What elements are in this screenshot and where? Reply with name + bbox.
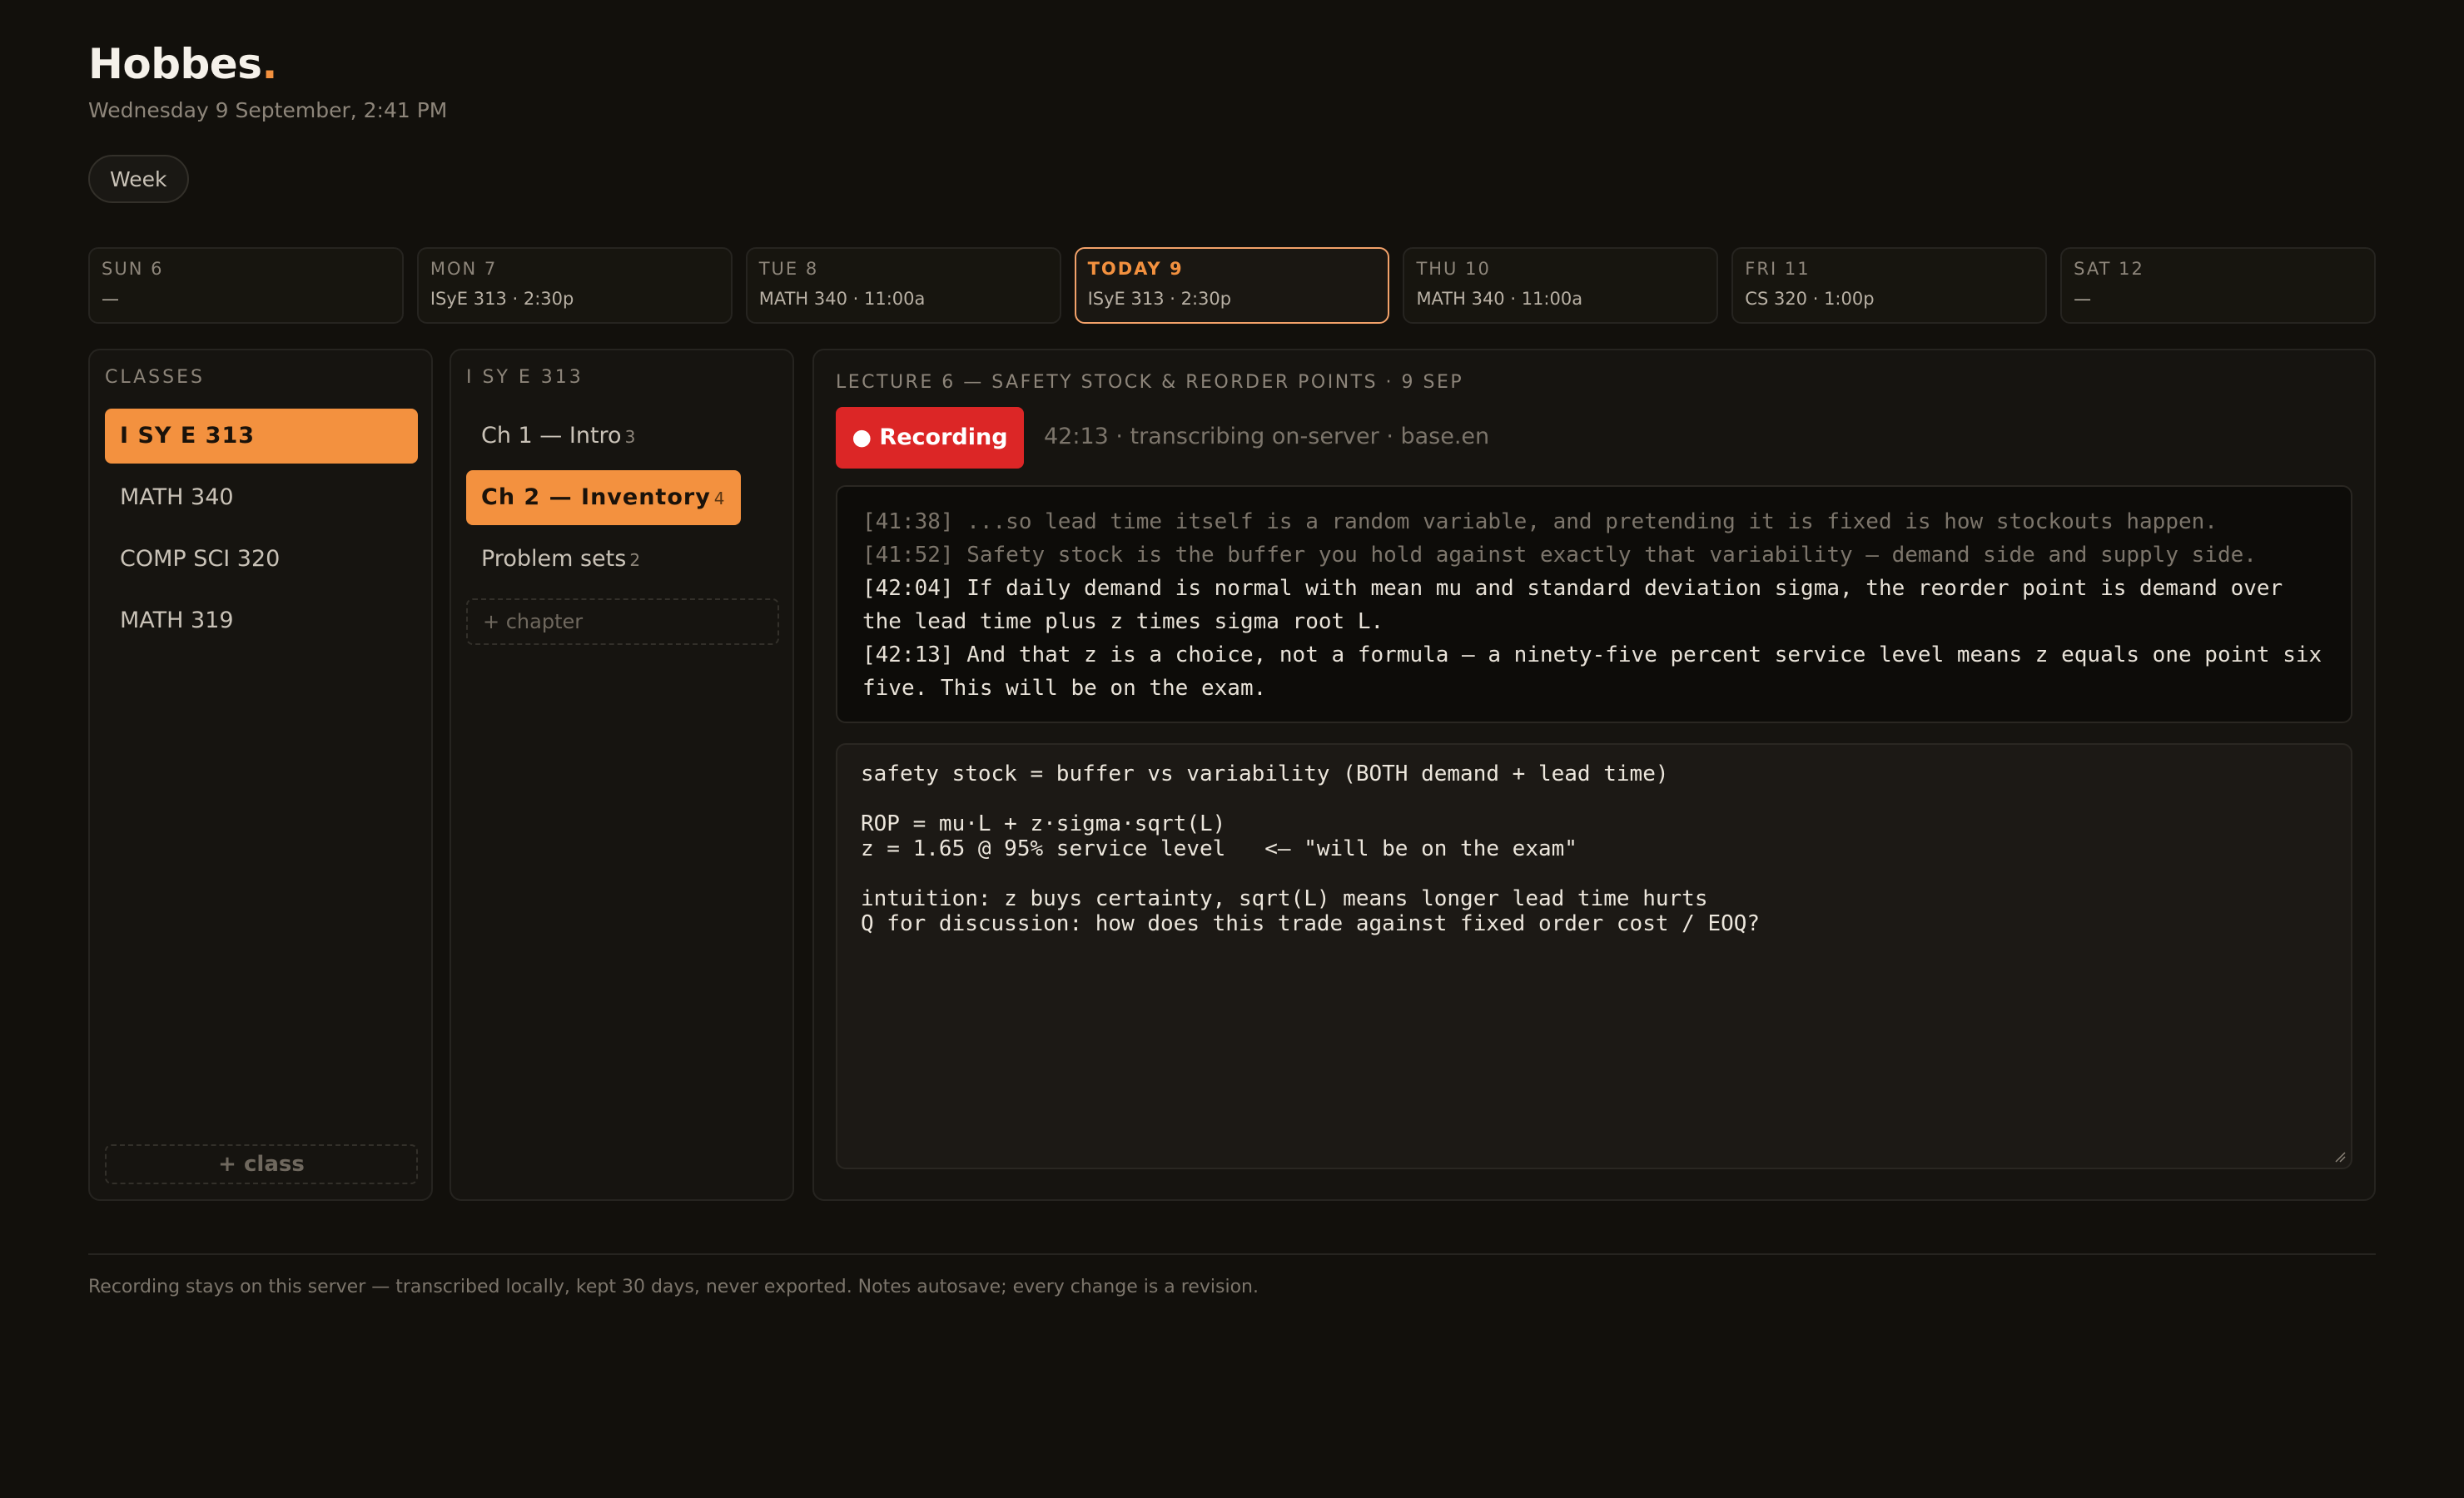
week-strip: SUN 6 — MON 7 ISyE 313 · 2:30p TUE 8 MAT… — [88, 247, 2377, 324]
day-label: SUN 6 — [102, 259, 164, 279]
notes-editor[interactable]: safety stock = buffer vs variability (BO… — [836, 743, 2352, 1169]
chapter-label: Problem sets — [481, 546, 627, 572]
transcript-line: [42:13] And that z is a choice, not a fo… — [862, 642, 2322, 701]
class-item-isye-313[interactable]: I SY E 313 — [105, 409, 418, 464]
day-card-fri[interactable]: FRI 11 CS 320 · 1:00p — [1731, 247, 2048, 324]
day-card-sun[interactable]: SUN 6 — — [88, 247, 404, 324]
current-datetime: Wednesday 9 September, 2:41 PM — [88, 98, 448, 122]
classes-panel: CLASSES I SY E 313 MATH 340 COMP SCI 320… — [88, 349, 433, 1201]
footer-note: Recording stays on this server — transcr… — [88, 1277, 1259, 1297]
day-event: — — [2074, 289, 2092, 309]
day-label: MON 7 — [430, 259, 498, 279]
day-event: MATH 340 · 11:00a — [758, 289, 926, 309]
day-label: THU 10 — [1416, 259, 1491, 279]
notes-text: safety stock = buffer vs variability (BO… — [861, 761, 1761, 936]
resize-grip-icon[interactable] — [2334, 1151, 2346, 1163]
chapters-panel: I SY E 313 Ch 1 — Intro 3 Ch 2 — Inventor… — [450, 349, 794, 1201]
day-card-mon[interactable]: MON 7 ISyE 313 · 2:30p — [416, 247, 733, 324]
day-event: ISyE 313 · 2:30p — [430, 289, 574, 309]
day-card-sat[interactable]: SAT 12 — — [2060, 247, 2377, 324]
app-name-dot: . — [261, 40, 277, 88]
footer-divider — [88, 1253, 2376, 1255]
day-card-tue[interactable]: TUE 8 MATH 340 · 11:00a — [745, 247, 1061, 324]
day-event: CS 320 · 1:00p — [1745, 289, 1875, 309]
day-card-thu[interactable]: THU 10 MATH 340 · 11:00a — [1403, 247, 1719, 324]
chapter-count: 3 — [624, 427, 636, 447]
chapter-count: 2 — [629, 550, 641, 570]
app-name: Hobbes — [88, 40, 262, 88]
day-event: MATH 340 · 11:00a — [1416, 289, 1583, 309]
add-class-button[interactable]: + class — [105, 1144, 418, 1184]
transcript-line: [42:04] If daily demand is normal with m… — [862, 576, 2283, 634]
day-event: ISyE 313 · 2:30p — [1087, 289, 1232, 309]
chapter-item-inventory[interactable]: Ch 2 — Inventory 4 — [466, 470, 741, 525]
day-card-today[interactable]: TODAY 9 ISyE 313 · 2:30p — [1074, 247, 1390, 324]
chapter-item-problem-sets[interactable]: Problem sets 2 — [466, 532, 655, 587]
chapter-label: Ch 2 — Inventory — [481, 484, 711, 510]
chapter-count: 4 — [713, 489, 726, 508]
recording-button[interactable]: ● Recording — [836, 407, 1024, 469]
lecture-panel: LECTURE 6 — SAFETY STOCK & REORDER POINT… — [812, 349, 2376, 1201]
week-view-toggle[interactable]: Week — [88, 155, 189, 203]
day-label: SAT 12 — [2074, 259, 2144, 279]
transcript-line: [41:52] Safety stock is the buffer you h… — [862, 543, 2257, 568]
day-event: — — [102, 289, 119, 309]
classes-title: CLASSES — [105, 367, 205, 388]
live-transcript: [41:38] ...so lead time itself is a rand… — [836, 485, 2352, 723]
lecture-title: LECTURE 6 — SAFETY STOCK & REORDER POINT… — [836, 372, 1464, 393]
add-chapter-button[interactable]: + chapter — [466, 598, 779, 645]
chapters-title: I SY E 313 — [466, 367, 584, 388]
class-item-math-340[interactable]: MATH 340 — [105, 470, 418, 525]
class-item-comp-sci-320[interactable]: COMP SCI 320 — [105, 532, 418, 587]
class-item-math-319[interactable]: MATH 319 — [105, 593, 418, 648]
recording-status: 42:13 · transcribing on-server · base.en — [1044, 424, 1490, 449]
chapter-label: Ch 1 — Intro — [481, 423, 622, 449]
chapter-item-intro[interactable]: Ch 1 — Intro 3 — [466, 409, 650, 464]
day-label: TODAY 9 — [1087, 259, 1184, 279]
transcript-line: [41:38] ...so lead time itself is a rand… — [862, 509, 2218, 534]
app-logo: Hobbes. — [88, 40, 277, 88]
day-label: FRI 11 — [1745, 259, 1811, 279]
day-label: TUE 8 — [758, 259, 819, 279]
